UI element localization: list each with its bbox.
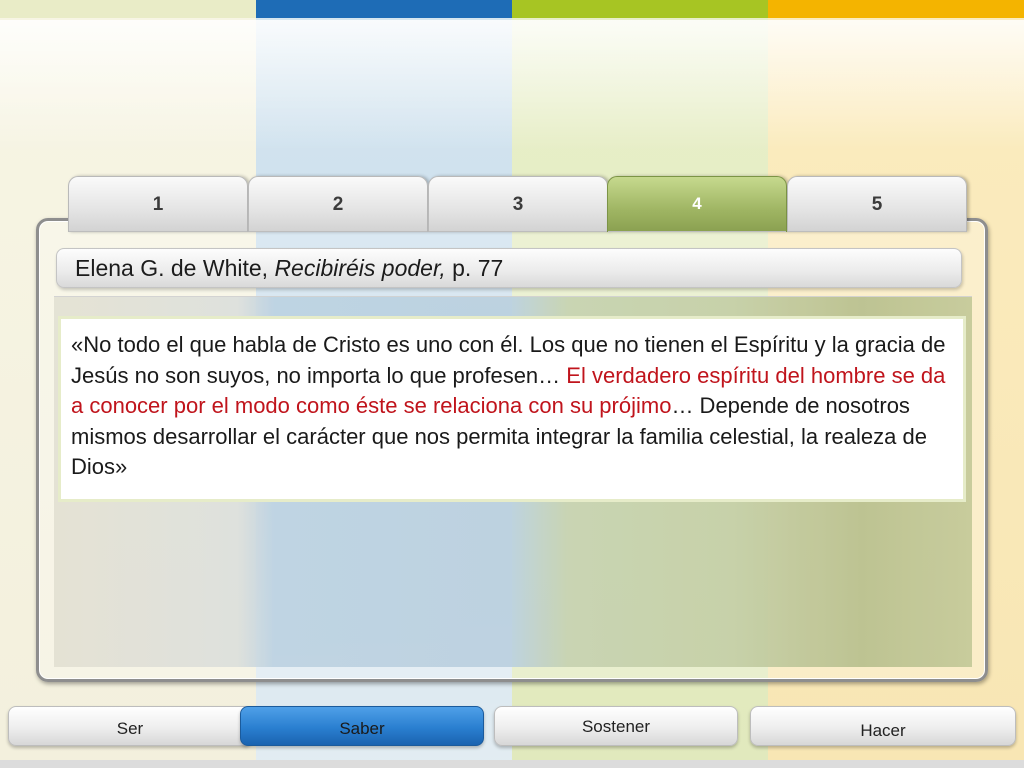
tab-3[interactable]: 3 bbox=[428, 176, 608, 232]
tab-5[interactable]: 5 bbox=[787, 176, 967, 232]
source-header: Elena G. de White, Recibiréis poder, p. … bbox=[56, 248, 962, 288]
top-color-bar-1 bbox=[0, 0, 256, 18]
bottom-divider bbox=[0, 760, 1024, 768]
source-book-title: Recibiréis poder, bbox=[274, 255, 446, 281]
tab-4[interactable]: 4 bbox=[607, 176, 787, 232]
nav-saber-button[interactable]: Saber bbox=[240, 706, 484, 746]
quote-box: «No todo el que habla de Cristo es uno c… bbox=[58, 316, 966, 502]
top-color-bar-4 bbox=[768, 0, 1024, 18]
nav-ser-button[interactable]: Ser bbox=[8, 706, 252, 746]
tab-2[interactable]: 2 bbox=[248, 176, 428, 232]
top-color-bar-3 bbox=[512, 0, 768, 18]
nav-hacer-button[interactable]: Hacer bbox=[750, 706, 1016, 746]
source-page: p. 77 bbox=[445, 255, 504, 281]
background-glare bbox=[0, 20, 1024, 150]
source-author: Elena G. de White, bbox=[75, 255, 275, 281]
tab-1[interactable]: 1 bbox=[68, 176, 248, 232]
nav-sostener-button[interactable]: Sostener bbox=[494, 706, 738, 746]
top-color-bar-2 bbox=[256, 0, 512, 18]
